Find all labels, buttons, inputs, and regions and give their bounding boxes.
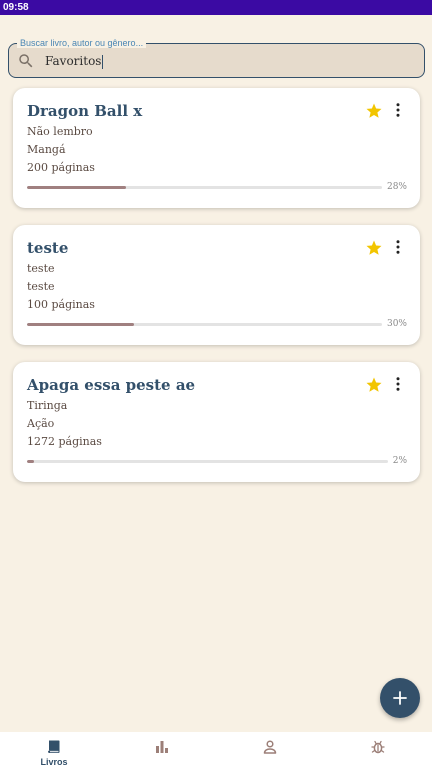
- book-title: Apaga essa peste ae: [27, 376, 196, 394]
- book-card[interactable]: Apaga essa peste ae Tiringa Ação 1272 pá…: [13, 362, 420, 482]
- bar-chart-icon: [156, 741, 168, 753]
- reading-progress-label: 28%: [386, 182, 407, 192]
- reading-progress-fill: [27, 460, 35, 463]
- bottom-navigation: Livros: [0, 732, 432, 770]
- reading-progress-label: 2%: [392, 456, 407, 466]
- book-genre: Mangá: [27, 143, 66, 156]
- nav-item-debug[interactable]: [324, 732, 432, 770]
- reading-progress-bar: [27, 323, 382, 326]
- search-field-label: Buscar livro, autor ou gênero...: [17, 38, 147, 48]
- status-bar: 09:58: [0, 0, 432, 15]
- book-author: teste: [27, 262, 55, 275]
- nav-item-statistics[interactable]: [108, 732, 216, 770]
- search-input[interactable]: Favoritos: [45, 53, 104, 69]
- more-options-icon[interactable]: [392, 375, 404, 393]
- reading-progress-fill: [27, 186, 127, 189]
- plus-icon: [393, 691, 407, 705]
- book-genre: Ação: [27, 417, 55, 430]
- person-icon: [263, 740, 277, 754]
- book-pages: 200 páginas: [27, 161, 95, 174]
- book-author: Não lembro: [27, 125, 93, 138]
- bug-icon: [371, 740, 385, 754]
- text-caret: [102, 54, 104, 69]
- book-pages: 100 páginas: [27, 298, 95, 311]
- status-time: 09:58: [3, 2, 29, 13]
- more-options-icon[interactable]: [392, 101, 404, 119]
- search-input-value: Favoritos: [45, 54, 102, 68]
- nav-item-profile[interactable]: [216, 732, 324, 770]
- book-card[interactable]: teste teste teste 100 páginas 30%: [13, 225, 420, 345]
- book-title: teste: [27, 239, 69, 257]
- nav-label-livros: Livros: [40, 757, 68, 767]
- favorite-star-icon[interactable]: [365, 102, 383, 120]
- reading-progress-fill: [27, 323, 134, 326]
- search-icon: [19, 54, 33, 68]
- book-card[interactable]: Dragon Ball x Não lembro Mangá 200 págin…: [13, 88, 420, 208]
- book-author: Tiringa: [27, 399, 68, 412]
- favorite-star-icon[interactable]: [365, 376, 383, 394]
- reading-progress-bar: [27, 186, 382, 189]
- reading-progress-bar: [27, 460, 388, 463]
- book-genre: teste: [27, 280, 55, 293]
- more-options-icon[interactable]: [392, 238, 404, 256]
- nav-item-livros[interactable]: Livros: [0, 732, 108, 770]
- favorite-star-icon[interactable]: [365, 239, 383, 257]
- book-icon: [48, 740, 60, 753]
- reading-progress-label: 30%: [386, 319, 407, 329]
- add-book-button[interactable]: [380, 678, 420, 718]
- book-title: Dragon Ball x: [27, 102, 143, 120]
- book-pages: 1272 páginas: [27, 435, 102, 448]
- search-field[interactable]: Buscar livro, autor ou gênero... Favorit…: [8, 38, 425, 78]
